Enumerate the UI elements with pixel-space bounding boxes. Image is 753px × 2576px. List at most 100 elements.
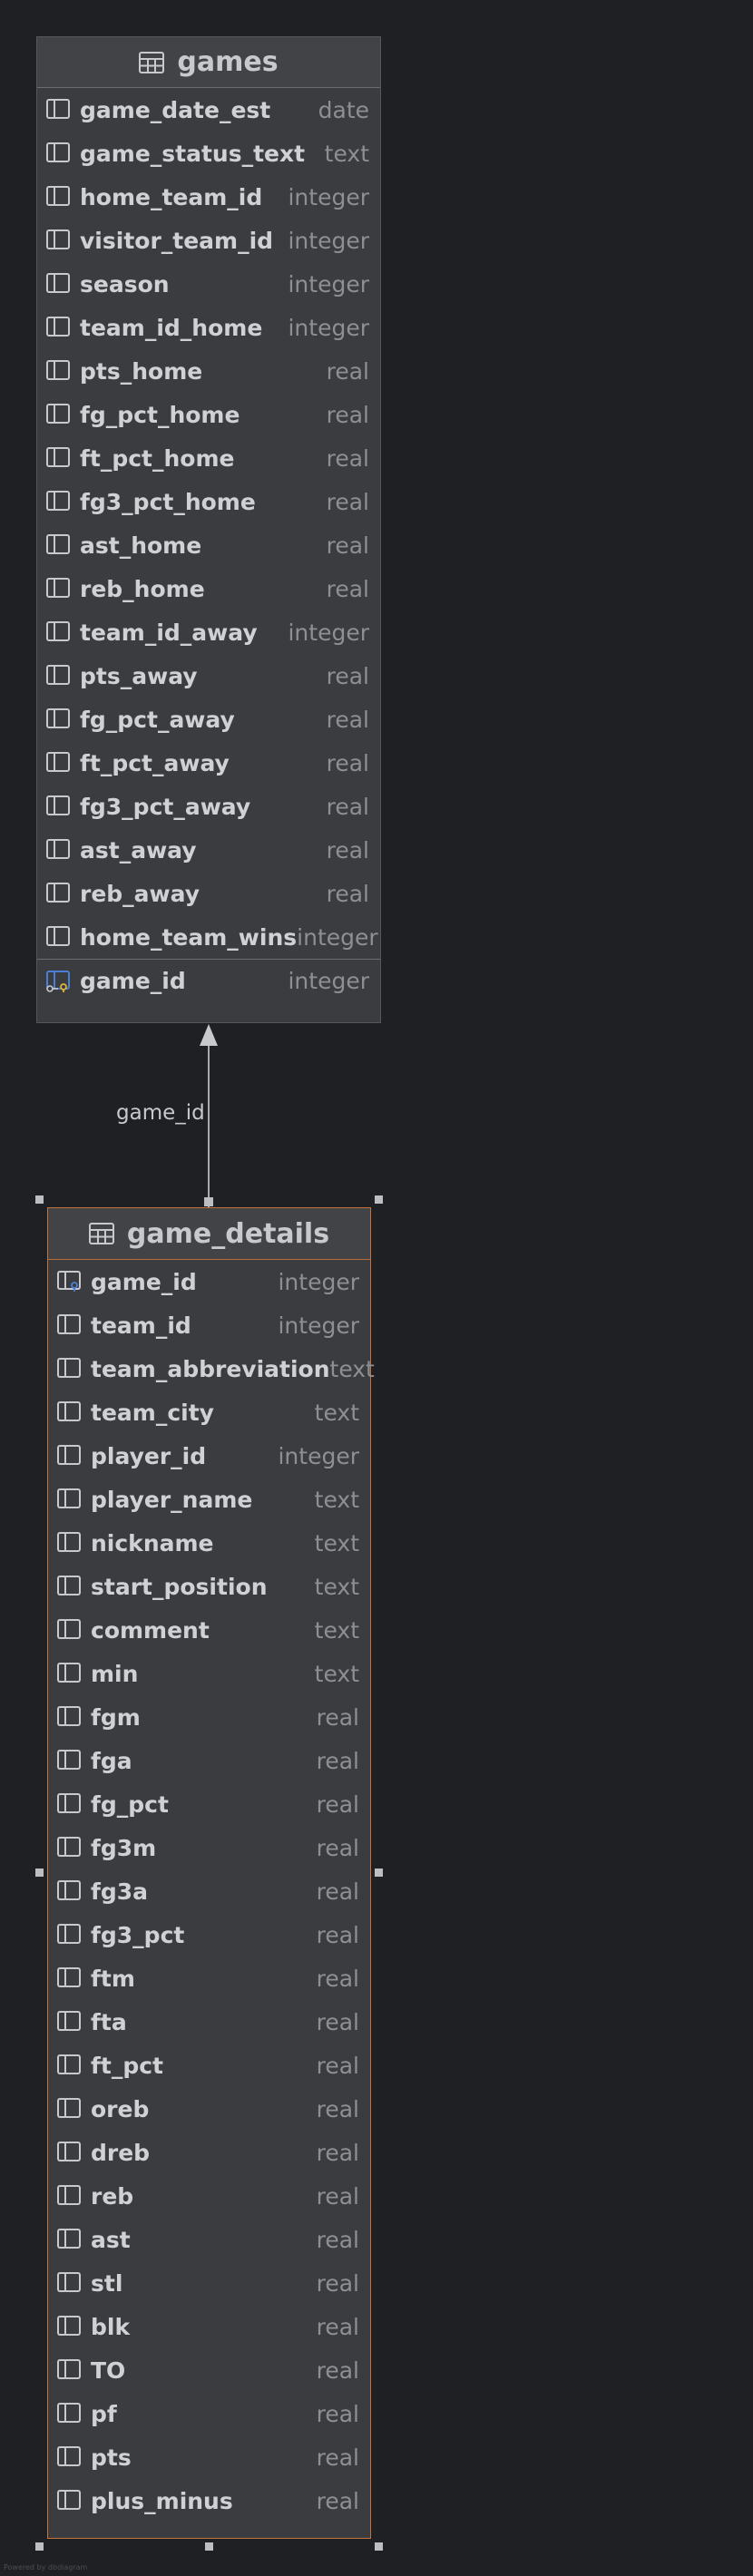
column-type: real <box>316 2226 359 2253</box>
column-row[interactable]: pts_away real <box>37 654 380 698</box>
column-type: integer <box>288 314 369 341</box>
column-name: ft_pct_away <box>80 749 230 776</box>
column-row[interactable]: nickname text <box>48 1521 370 1565</box>
game-details-table-header[interactable]: game_details <box>48 1208 370 1260</box>
column-row[interactable]: ast_home real <box>37 523 380 567</box>
column-row[interactable]: season integer <box>37 262 380 306</box>
games-key-row[interactable]: game_id integer <box>37 959 380 1002</box>
column-row[interactable]: pts_home real <box>37 349 380 393</box>
column-row[interactable]: team_id integer <box>48 1303 370 1347</box>
column-row[interactable]: ftm real <box>48 1956 370 2000</box>
column-row[interactable]: comment text <box>48 1608 370 1652</box>
resize-handle-top-right[interactable] <box>375 1195 383 1204</box>
column-row[interactable]: ft_pct_away real <box>37 741 380 785</box>
resize-handle-bottom-center[interactable] <box>205 2542 213 2551</box>
column-row[interactable]: team_abbreviation text <box>48 1347 375 1390</box>
column-icon <box>57 2272 81 2294</box>
column-row[interactable]: pf real <box>48 2392 370 2435</box>
column-type: real <box>316 1834 359 1861</box>
column-row[interactable]: fg3_pct real <box>48 1913 370 1956</box>
column-icon <box>46 926 70 948</box>
column-row[interactable]: home_team_id integer <box>37 175 380 219</box>
column-row[interactable]: ast real <box>48 2218 370 2261</box>
column-row[interactable]: TO real <box>48 2348 370 2392</box>
column-icon <box>46 708 70 730</box>
column-icon <box>46 491 70 512</box>
column-name: plus_minus <box>91 2487 233 2514</box>
column-row[interactable]: fg3_pct_away real <box>37 785 380 828</box>
column-name: ast_home <box>80 532 202 559</box>
column-icon <box>57 2142 81 2163</box>
column-name: fg3_pct <box>91 1921 185 1948</box>
column-row[interactable]: stl real <box>48 2261 370 2305</box>
column-row[interactable]: team_id_home integer <box>37 306 380 349</box>
column-name: fg_pct_away <box>80 706 235 733</box>
games-table[interactable]: games game_date_est date game_status_text t… <box>36 36 381 1023</box>
column-type: real <box>316 2182 359 2210</box>
column-icon <box>57 1924 81 1946</box>
column-row[interactable]: dreb real <box>48 2131 370 2174</box>
column-row[interactable]: fg3a real <box>48 1869 370 1913</box>
column-type: text <box>314 1486 359 1513</box>
column-name: season <box>80 270 170 298</box>
column-type: real <box>316 2139 359 2166</box>
column-icon <box>57 2316 81 2337</box>
column-row[interactable]: fg_pct real <box>48 1782 370 1826</box>
column-row[interactable]: game_date_est date <box>37 88 380 132</box>
column-type: real <box>326 749 369 776</box>
column-type: real <box>316 1791 359 1818</box>
column-type: real <box>316 2095 359 2122</box>
column-row[interactable]: game_id integer <box>48 1260 370 1303</box>
column-type: real <box>316 2400 359 2427</box>
column-row[interactable]: fg_pct_home real <box>37 393 380 436</box>
column-row[interactable]: reb_away real <box>37 872 380 915</box>
column-row[interactable]: fga real <box>48 1739 370 1782</box>
column-row[interactable]: pts real <box>48 2435 370 2479</box>
column-row[interactable]: start_position text <box>48 1565 370 1608</box>
column-row[interactable]: fg3_pct_home real <box>37 480 380 523</box>
column-row[interactable]: team_city text <box>48 1390 370 1434</box>
column-type: text <box>329 1355 375 1382</box>
column-row[interactable]: min text <box>48 1652 370 1695</box>
column-row[interactable]: fg3m real <box>48 1826 370 1869</box>
resize-handle-middle-left[interactable] <box>35 1869 44 1877</box>
resize-handle-middle-right[interactable] <box>375 1869 383 1877</box>
column-row[interactable]: reb real <box>48 2174 370 2218</box>
column-icon <box>46 404 70 425</box>
column-row[interactable]: fta real <box>48 2000 370 2044</box>
resize-handle-bottom-left[interactable] <box>35 2542 44 2551</box>
column-row[interactable]: blk real <box>48 2305 370 2348</box>
game-details-table[interactable]: game_details game_id integer team_id intege… <box>47 1207 375 2539</box>
games-table-header[interactable]: games <box>37 37 380 88</box>
resize-handle-top-left[interactable] <box>35 1195 44 1204</box>
column-row[interactable]: game_status_text text <box>37 132 380 175</box>
column-type: real <box>316 1747 359 1774</box>
column-icon <box>57 1314 81 1336</box>
column-type: integer <box>278 1442 359 1469</box>
column-row[interactable]: plus_minus real <box>48 2479 370 2522</box>
column-row[interactable]: ast_away real <box>37 828 380 872</box>
column-row[interactable]: visitor_team_id integer <box>37 219 380 262</box>
column-row[interactable]: ft_pct_home real <box>37 436 380 480</box>
column-name: team_abbreviation <box>91 1355 330 1382</box>
column-row[interactable]: oreb real <box>48 2087 370 2131</box>
column-type: real <box>316 2052 359 2079</box>
column-name: pf <box>91 2400 117 2427</box>
column-row[interactable]: fg_pct_away real <box>37 698 380 741</box>
column-row[interactable]: home_team_wins integer <box>37 915 380 959</box>
column-icon <box>46 229 70 251</box>
column-icon <box>57 2229 81 2250</box>
foreign-key-column-icon <box>57 1271 81 1293</box>
column-icon <box>46 142 70 164</box>
column-row[interactable]: player_id integer <box>48 1434 370 1478</box>
column-row[interactable]: team_id_away integer <box>37 610 380 654</box>
resize-handle-bottom-right[interactable] <box>375 2542 383 2551</box>
column-row[interactable]: player_name text <box>48 1478 370 1521</box>
column-row[interactable]: ft_pct real <box>48 2044 370 2087</box>
column-row[interactable]: reb_home real <box>37 567 380 610</box>
column-name: blk <box>91 2313 131 2340</box>
column-name: ftm <box>91 1965 135 1992</box>
column-row[interactable]: fgm real <box>48 1695 370 1739</box>
column-icon <box>57 1488 81 1510</box>
column-icon <box>57 1576 81 1597</box>
